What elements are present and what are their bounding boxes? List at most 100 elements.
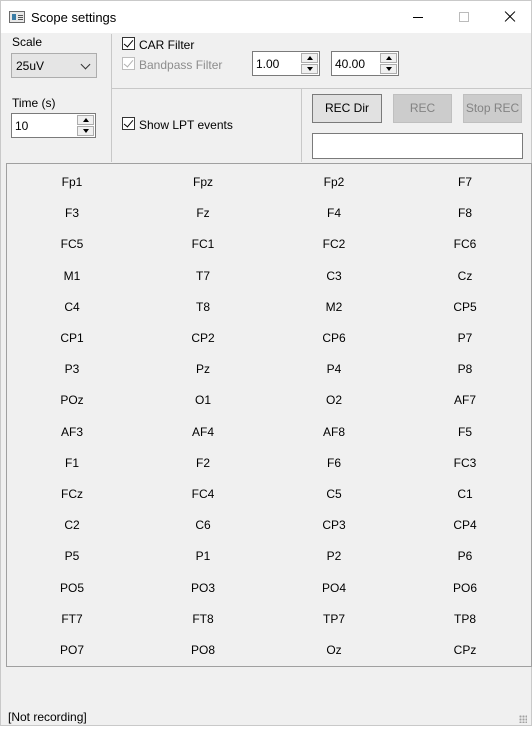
- channel-label[interactable]: FC2: [304, 237, 364, 251]
- channel-label[interactable]: Fp1: [42, 175, 102, 189]
- channel-label[interactable]: FC3: [435, 456, 495, 470]
- channel-label[interactable]: CP6: [304, 331, 364, 345]
- high-down-arrow-icon[interactable]: [380, 64, 397, 74]
- channel-label[interactable]: O2: [304, 393, 364, 407]
- channel-label[interactable]: T7: [173, 269, 233, 283]
- channel-label[interactable]: Cz: [435, 269, 495, 283]
- channel-label[interactable]: PO7: [42, 643, 102, 657]
- channel-label[interactable]: C1: [435, 487, 495, 501]
- channel-label[interactable]: CP2: [173, 331, 233, 345]
- channel-label[interactable]: CP3: [304, 518, 364, 532]
- channel-label[interactable]: CP5: [435, 300, 495, 314]
- rec-dir-button[interactable]: REC Dir: [312, 94, 382, 123]
- bandpass-filter-checkbox[interactable]: [122, 57, 135, 70]
- channel-label[interactable]: F7: [435, 175, 495, 189]
- channel-label[interactable]: P1: [173, 549, 233, 563]
- channel-label[interactable]: Pz: [173, 362, 233, 376]
- channel-label[interactable]: FC6: [435, 237, 495, 251]
- channel-label[interactable]: O1: [173, 393, 233, 407]
- window-title: Scope settings: [31, 10, 117, 25]
- low-up-arrow-icon[interactable]: [301, 53, 318, 63]
- time-up-arrow-icon[interactable]: [77, 115, 94, 125]
- resize-grip-icon[interactable]: [519, 715, 527, 723]
- channel-label[interactable]: AF4: [173, 425, 233, 439]
- channel-label[interactable]: TP8: [435, 612, 495, 626]
- channel-label[interactable]: M2: [304, 300, 364, 314]
- channel-label[interactable]: PO5: [42, 581, 102, 595]
- channel-label[interactable]: FC4: [173, 487, 233, 501]
- divider: [301, 89, 302, 162]
- channel-label[interactable]: C5: [304, 487, 364, 501]
- scale-value: 25uV: [16, 59, 45, 73]
- channel-label[interactable]: FC1: [173, 237, 233, 251]
- chevron-down-icon: [80, 59, 91, 70]
- channel-label[interactable]: AF8: [304, 425, 364, 439]
- channel-label[interactable]: CP1: [42, 331, 102, 345]
- channel-label[interactable]: CP4: [435, 518, 495, 532]
- channel-label[interactable]: F4: [304, 206, 364, 220]
- channel-label[interactable]: P4: [304, 362, 364, 376]
- channel-label[interactable]: Fp2: [304, 175, 364, 189]
- recording-status: [Not recording]: [8, 710, 87, 724]
- channel-label[interactable]: FCz: [42, 487, 102, 501]
- channel-label[interactable]: Oz: [304, 643, 364, 657]
- divider: [111, 34, 112, 162]
- channel-label[interactable]: F5: [435, 425, 495, 439]
- title-bar[interactable]: Scope settings: [1, 1, 531, 33]
- rec-button[interactable]: REC: [393, 94, 452, 123]
- channel-label[interactable]: F2: [173, 456, 233, 470]
- channel-label[interactable]: FT7: [42, 612, 102, 626]
- channel-label[interactable]: POz: [42, 393, 102, 407]
- channel-label[interactable]: P2: [304, 549, 364, 563]
- close-button[interactable]: [487, 1, 532, 33]
- channel-label[interactable]: TP7: [304, 612, 364, 626]
- channel-label[interactable]: C6: [173, 518, 233, 532]
- channel-label[interactable]: F3: [42, 206, 102, 220]
- channel-label[interactable]: FC5: [42, 237, 102, 251]
- bandpass-filter-label: Bandpass Filter: [139, 58, 223, 72]
- channel-label[interactable]: FT8: [173, 612, 233, 626]
- car-filter-label: CAR Filter: [139, 38, 195, 52]
- minimize-button[interactable]: [395, 1, 441, 33]
- channel-label[interactable]: AF7: [435, 393, 495, 407]
- channel-label[interactable]: P6: [435, 549, 495, 563]
- car-filter-checkbox[interactable]: [122, 37, 135, 50]
- channel-label[interactable]: P7: [435, 331, 495, 345]
- channel-label[interactable]: PO8: [173, 643, 233, 657]
- channel-label[interactable]: M1: [42, 269, 102, 283]
- channel-label[interactable]: F8: [435, 206, 495, 220]
- channel-label[interactable]: F1: [42, 456, 102, 470]
- bandpass-low-spinbox[interactable]: 1.00: [252, 51, 320, 76]
- channel-label[interactable]: AF3: [42, 425, 102, 439]
- high-up-arrow-icon[interactable]: [380, 53, 397, 63]
- channel-label[interactable]: P3: [42, 362, 102, 376]
- bandpass-high-value: 40.00: [335, 57, 366, 71]
- channel-label[interactable]: P8: [435, 362, 495, 376]
- channel-label[interactable]: C4: [42, 300, 102, 314]
- time-down-arrow-icon[interactable]: [77, 126, 94, 136]
- channel-label[interactable]: C2: [42, 518, 102, 532]
- channel-label[interactable]: C3: [304, 269, 364, 283]
- bandpass-high-spinbox[interactable]: 40.00: [331, 51, 399, 76]
- channel-label[interactable]: Fz: [173, 206, 233, 220]
- channel-list: Fp1 Fpz Fp2 F7 F3 Fz F4 F8 FC5 FC1 FC2 FC6 M1 T7 C3 Cz C…: [6, 163, 532, 667]
- channel-label[interactable]: Fpz: [173, 175, 233, 189]
- channel-label[interactable]: P5: [42, 549, 102, 563]
- rec-path-field[interactable]: [312, 133, 523, 159]
- scale-dropdown[interactable]: 25uV: [11, 53, 97, 78]
- show-lpt-events-checkbox[interactable]: [122, 117, 135, 130]
- time-label: Time (s): [12, 96, 56, 110]
- maximize-button: [441, 1, 487, 33]
- channel-label[interactable]: PO4: [304, 581, 364, 595]
- low-down-arrow-icon[interactable]: [301, 64, 318, 74]
- channel-label[interactable]: T8: [173, 300, 233, 314]
- divider: [111, 88, 532, 89]
- app-icon: [9, 11, 25, 23]
- channel-label[interactable]: PO3: [173, 581, 233, 595]
- channel-label[interactable]: CPz: [435, 643, 495, 657]
- channel-label[interactable]: PO6: [435, 581, 495, 595]
- time-spinbox[interactable]: 10: [11, 113, 96, 138]
- channel-label[interactable]: F6: [304, 456, 364, 470]
- stop-rec-button[interactable]: Stop REC: [463, 94, 522, 123]
- time-value: 10: [15, 119, 29, 133]
